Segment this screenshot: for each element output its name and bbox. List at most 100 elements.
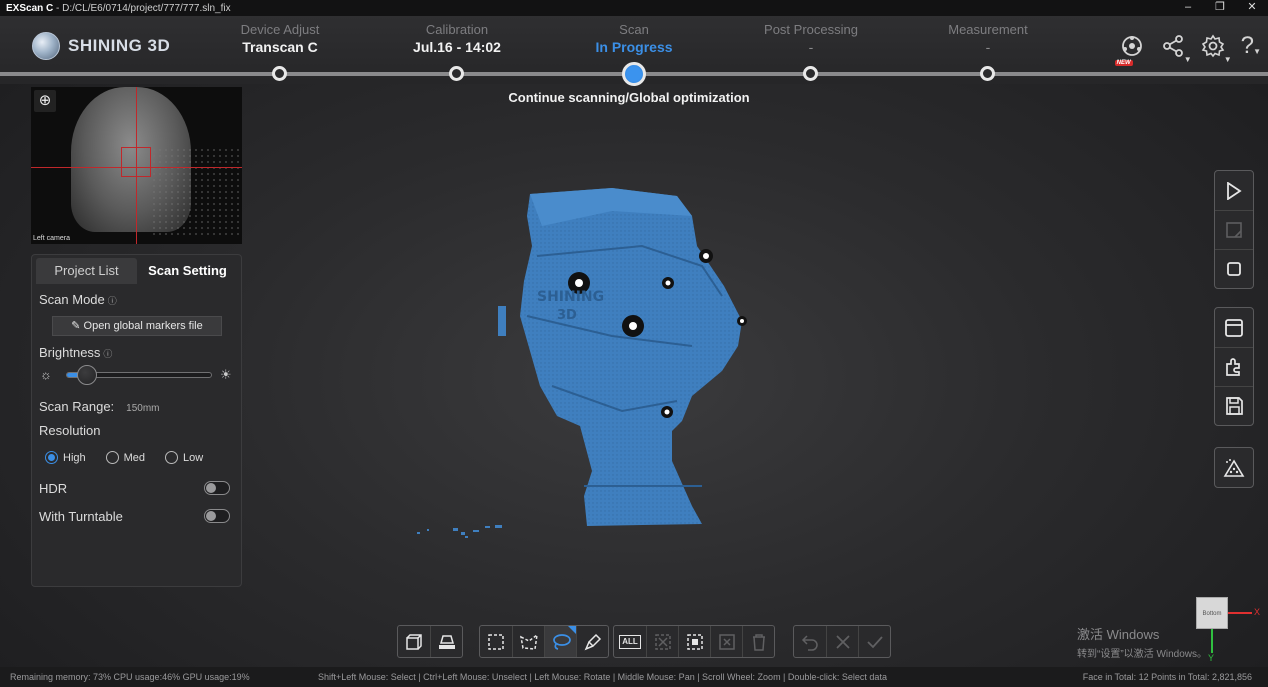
undo-button[interactable] <box>794 626 826 657</box>
hdr-toggle[interactable] <box>204 481 230 495</box>
close-icon <box>835 634 850 649</box>
scan-range-value: 150mm <box>126 403 160 414</box>
x-axis-label: X <box>1254 607 1261 617</box>
mouse-shortcuts-hint: Shift+Left Mouse: Select | Ctrl+Left Mou… <box>318 672 887 682</box>
step-node-post-processing[interactable] <box>803 66 818 81</box>
delete-button[interactable] <box>742 626 774 657</box>
tab-project-list[interactable]: Project List <box>36 258 137 284</box>
brand-logo: SHINING 3D <box>32 32 170 60</box>
lasso-select-button[interactable] <box>544 626 576 657</box>
slider-handle[interactable] <box>77 365 97 385</box>
scan-setting-panel: Project List Scan Setting Scan Mode ⓘ ✎ O… <box>31 254 242 587</box>
turntable-label: With Turntable <box>39 509 123 524</box>
scan-range-label: Scan Range: 150mm <box>39 399 160 414</box>
new-badge: NEW <box>1114 60 1133 66</box>
pause-button[interactable] <box>1215 210 1253 249</box>
polygon-select-icon <box>519 632 538 650</box>
zoom-in-icon[interactable]: ⊕ <box>34 90 56 112</box>
model-stats: Face in Total: 12 Points in Total: 2,821… <box>1082 672 1252 682</box>
data-tool-group <box>1214 307 1254 426</box>
camera-caption: Left camera <box>33 235 70 242</box>
turntable-toggle[interactable] <box>204 509 230 523</box>
tab-scan-setting[interactable]: Scan Setting <box>137 258 238 284</box>
polygon-select-button[interactable] <box>512 626 544 657</box>
model-embossed-text-2: 3D <box>557 308 577 323</box>
play-button[interactable] <box>1215 171 1253 210</box>
stop-button[interactable] <box>1215 249 1253 288</box>
scan-control-group <box>1214 170 1254 289</box>
step-device-adjust[interactable]: Device Adjust Transcan C <box>200 22 360 55</box>
brightness-high-icon: ☀ <box>220 367 232 382</box>
info-icon[interactable]: ⓘ <box>108 296 117 306</box>
status-bar: Remaining memory: 73% CPU usage:46% GPU … <box>0 667 1268 687</box>
brush-select-button[interactable] <box>576 626 608 657</box>
y-axis-label: Y <box>1208 653 1215 663</box>
trash-icon <box>752 633 765 651</box>
lasso-icon <box>552 633 571 650</box>
resolution-label: Resolution <box>39 423 101 438</box>
camera-preview: ⊕ Left camera <box>31 87 242 244</box>
share-icon[interactable]: ▼ <box>1161 34 1192 64</box>
help-icon[interactable]: ? ▼ <box>1241 34 1261 64</box>
check-icon <box>866 635 883 648</box>
resolution-radio-group: High Med Low <box>45 451 223 464</box>
brush-icon <box>584 633 601 650</box>
step-node-scan[interactable] <box>622 62 646 86</box>
view-tool-group <box>397 625 463 658</box>
unselect-icon <box>718 633 735 650</box>
unselect-button[interactable] <box>710 626 742 657</box>
plugin-store-icon[interactable]: NEW <box>1114 34 1145 66</box>
stray-points <box>417 525 502 538</box>
step-calibration[interactable]: Calibration Jul.16 - 14:02 <box>377 22 537 55</box>
select-connected-button[interactable] <box>678 626 710 657</box>
open-global-markers-button[interactable]: ✎ Open global markers file <box>52 316 222 336</box>
focus-rect <box>121 147 151 177</box>
brightness-slider[interactable]: ☼ ☀ <box>40 365 237 385</box>
window-icon <box>1225 318 1243 337</box>
y-axis-indicator <box>1211 629 1213 653</box>
puzzle-icon <box>1226 358 1240 376</box>
close-button[interactable]: ✕ <box>1236 0 1268 16</box>
rect-select-button[interactable] <box>480 626 512 657</box>
point-cloud-button[interactable] <box>1215 448 1253 487</box>
rect-select-icon <box>488 633 504 650</box>
brand-name: SHINING 3D <box>68 36 171 55</box>
settings-gear-icon[interactable]: ▼ <box>1201 34 1232 64</box>
plugin-button[interactable] <box>1215 347 1253 386</box>
brightness-label: Brightness ⓘ <box>39 345 113 360</box>
pyramid-points-icon <box>1223 458 1245 477</box>
plane-button[interactable] <box>430 626 462 657</box>
apply-button[interactable] <box>858 626 890 657</box>
model-embossed-text-1: SHINING <box>537 289 604 305</box>
perspective-button[interactable] <box>398 626 430 657</box>
step-node-device-adjust[interactable] <box>272 66 287 81</box>
step-node-measurement[interactable] <box>980 66 995 81</box>
scan-model[interactable]: SHINING 3D <box>492 186 752 531</box>
title-bar: EXScan C - D:/CL/E6/0714/project/777/777… <box>0 0 1268 16</box>
step-node-calibration[interactable] <box>449 66 464 81</box>
cancel-button[interactable] <box>826 626 858 657</box>
save-button[interactable] <box>1215 386 1253 425</box>
x-axis-indicator <box>1228 612 1252 614</box>
platform-icon <box>438 634 455 649</box>
save-icon <box>1226 397 1243 415</box>
invert-select-button[interactable] <box>646 626 678 657</box>
system-usage: Remaining memory: 73% CPU usage:46% GPU … <box>10 672 250 682</box>
selection-tool-group <box>479 625 609 658</box>
select-all-button[interactable]: ALL <box>614 626 646 657</box>
window-button[interactable] <box>1215 308 1253 347</box>
edit-icon: ✎ <box>71 320 81 332</box>
radio-med[interactable]: Med <box>105 451 145 464</box>
marker-tool-group <box>1214 447 1254 488</box>
info-icon[interactable]: ⓘ <box>103 349 112 359</box>
hdr-label: HDR <box>39 481 68 496</box>
step-measurement[interactable]: Measurement - <box>908 22 1068 55</box>
restore-button[interactable]: ❐ <box>1204 0 1236 16</box>
step-post-processing[interactable]: Post Processing - <box>731 22 891 55</box>
radio-high[interactable]: High <box>45 451 86 464</box>
minimize-button[interactable]: ‒ <box>1172 0 1204 16</box>
step-scan[interactable]: Scan In Progress <box>554 22 714 55</box>
edit-action-group <box>793 625 891 658</box>
undo-icon <box>801 634 818 651</box>
radio-low[interactable]: Low <box>165 451 203 464</box>
